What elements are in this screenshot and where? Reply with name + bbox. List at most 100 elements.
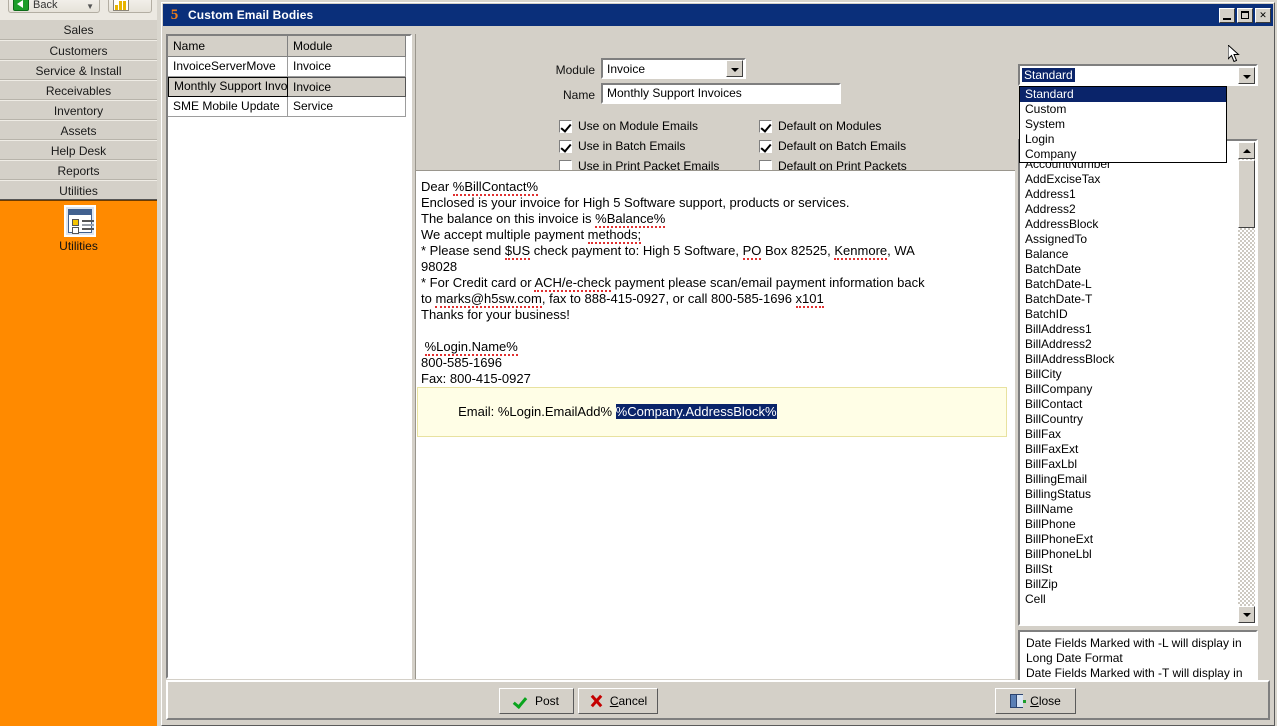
dropdown-option-login[interactable]: Login <box>1020 132 1226 147</box>
checkbox-box[interactable] <box>759 140 772 153</box>
list-item[interactable]: BillingEmail <box>1022 472 1228 487</box>
list-item[interactable]: AssignedTo <box>1022 232 1228 247</box>
column-header-name[interactable]: Name <box>168 36 288 57</box>
cancel-button[interactable]: Cancel <box>578 688 658 714</box>
list-item[interactable]: BillSt <box>1022 562 1228 577</box>
list-item[interactable]: Address2 <box>1022 202 1228 217</box>
list-item[interactable]: BillPhoneLbl <box>1022 547 1228 562</box>
list-item[interactable]: BillZip <box>1022 577 1228 592</box>
utilities-window-icon[interactable] <box>64 205 96 237</box>
editor-line: We accept multiple payment methods; <box>421 227 1015 243</box>
list-item[interactable]: BillAddress1 <box>1022 322 1228 337</box>
post-button-label: Post <box>535 694 559 708</box>
list-item[interactable]: BillPhoneExt <box>1022 532 1228 547</box>
post-button[interactable]: Post <box>499 688 574 714</box>
list-item[interactable]: BillFaxExt <box>1022 442 1228 457</box>
close-button[interactable]: Close <box>995 688 1076 714</box>
module-select[interactable]: Invoice <box>601 58 746 79</box>
field-category-value: Standard <box>1022 68 1075 82</box>
list-item[interactable]: BillName <box>1022 502 1228 517</box>
sidebar-item-help-desk[interactable]: Help Desk <box>0 140 157 160</box>
window-title: Custom Email Bodies <box>188 8 313 22</box>
list-item[interactable]: Address1 <box>1022 187 1228 202</box>
email-bodies-grid[interactable]: Name Module InvoiceServerMove Invoice Mo… <box>166 34 412 679</box>
column-header-module[interactable]: Module <box>288 36 406 57</box>
module-select-value: Invoice <box>603 62 645 76</box>
list-item[interactable]: BillingStatus <box>1022 487 1228 502</box>
chart-button[interactable] <box>108 0 152 13</box>
list-item[interactable]: Cell <box>1022 592 1228 607</box>
app-toolbar: Back ▼ <box>0 0 157 21</box>
email-body-editor[interactable]: Dear %BillContact%Enclosed is your invoi… <box>415 170 1015 679</box>
chevron-down-icon[interactable] <box>1238 67 1255 84</box>
list-item[interactable]: BillPhone <box>1022 517 1228 532</box>
table-row[interactable]: SME Mobile Update Service <box>168 97 410 117</box>
list-item[interactable]: BatchDate <box>1022 262 1228 277</box>
list-item[interactable]: AddressBlock <box>1022 217 1228 232</box>
dropdown-option-standard[interactable]: Standard <box>1020 87 1226 102</box>
list-item[interactable]: BillAddressBlock <box>1022 352 1228 367</box>
sidebar-item-service-install[interactable]: Service & Install <box>0 60 157 80</box>
checkbox-use-in-batch-emails[interactable]: Use in Batch Emails <box>559 139 685 153</box>
checkbox-use-on-module-emails[interactable]: Use on Module Emails <box>559 119 698 133</box>
checkbox-default-on-modules[interactable]: Default on Modules <box>759 119 881 133</box>
merge-field-list[interactable]: AccountNameAccountNumberAddExciseTaxAddr… <box>1018 139 1258 626</box>
minimize-icon[interactable] <box>1219 8 1235 23</box>
merge-field-panel: Standard Standard Custom System Login Co… <box>1018 34 1271 679</box>
list-item[interactable]: BillContact <box>1022 397 1228 412</box>
table-row-selected[interactable]: Monthly Support Invo Invoice <box>168 77 410 97</box>
sidebar-item-assets[interactable]: Assets <box>0 120 157 140</box>
dropdown-option-custom[interactable]: Custom <box>1020 102 1226 117</box>
list-item[interactable]: BillCompany <box>1022 382 1228 397</box>
scroll-down-icon[interactable] <box>1238 606 1255 623</box>
dropdown-option-company[interactable]: Company <box>1020 147 1226 162</box>
checkbox-box[interactable] <box>559 140 572 153</box>
list-item[interactable]: Balance <box>1022 247 1228 262</box>
dropdown-option-system[interactable]: System <box>1020 117 1226 132</box>
sidebar-item-receivables[interactable]: Receivables <box>0 80 157 100</box>
editor-line: The balance on this invoice is %Balance% <box>421 211 1015 227</box>
list-item[interactable]: BillFaxLbl <box>1022 457 1228 472</box>
field-category-dropdown[interactable]: Standard Custom System Login Company <box>1019 86 1227 163</box>
mouse-cursor <box>1228 45 1240 64</box>
editor-lines: Dear %BillContact%Enclosed is your invoi… <box>421 179 1015 387</box>
maximize-icon[interactable] <box>1237 8 1253 23</box>
date-format-note: Date Fields Marked with -L will display … <box>1018 630 1258 687</box>
editor-selected-token[interactable]: %Company.AddressBlock% <box>616 404 777 419</box>
sidebar-item-label: Reports <box>57 164 99 178</box>
scroll-up-icon[interactable] <box>1238 142 1255 159</box>
list-item[interactable]: BillFax <box>1022 427 1228 442</box>
checkbox-default-on-batch-emails[interactable]: Default on Batch Emails <box>759 139 906 153</box>
name-input[interactable]: Monthly Support Invoices <box>601 83 841 104</box>
check-icon <box>514 694 528 708</box>
field-list-scrollbar[interactable] <box>1238 142 1255 623</box>
sidebar-item-customers[interactable]: Customers <box>0 40 157 60</box>
scrollbar-thumb[interactable] <box>1238 160 1255 228</box>
field-list-items: AccountNameAccountNumberAddExciseTaxAddr… <box>1022 142 1228 607</box>
list-item[interactable]: BillCountry <box>1022 412 1228 427</box>
editor-current-line[interactable]: Email: %Login.EmailAdd% %Company.Address… <box>417 387 1007 437</box>
list-item[interactable]: BatchID <box>1022 307 1228 322</box>
field-category-select[interactable]: Standard <box>1018 64 1258 86</box>
sidebar-item-label: Receivables <box>46 84 111 98</box>
list-item[interactable]: BillCity <box>1022 367 1228 382</box>
back-button[interactable]: Back ▼ <box>8 0 100 13</box>
checkbox-box[interactable] <box>559 120 572 133</box>
close-icon[interactable]: ✕ <box>1255 8 1271 23</box>
chevron-down-icon[interactable]: ▼ <box>86 2 94 11</box>
editor-line: Thanks for your business! <box>421 307 1015 323</box>
list-item[interactable]: AddExciseTax <box>1022 172 1228 187</box>
chevron-down-icon[interactable] <box>726 60 743 77</box>
table-row[interactable]: InvoiceServerMove Invoice <box>168 57 410 77</box>
sidebar-item-reports[interactable]: Reports <box>0 160 157 180</box>
checkbox-box[interactable] <box>759 120 772 133</box>
list-item[interactable]: BatchDate-L <box>1022 277 1228 292</box>
editor-line: to marks@h5sw.com, fax to 888-415-0927, … <box>421 291 1015 307</box>
sidebar-item-inventory[interactable]: Inventory <box>0 100 157 120</box>
list-item[interactable]: BatchDate-T <box>1022 292 1228 307</box>
close-button-label: Close <box>1030 694 1061 708</box>
sidebar-item-sales[interactable]: Sales <box>0 20 157 40</box>
sidebar-item-utilities[interactable]: Utilities <box>0 180 157 200</box>
list-item[interactable]: BillAddress2 <box>1022 337 1228 352</box>
window-titlebar[interactable]: 5 Custom Email Bodies ✕ <box>163 4 1273 26</box>
